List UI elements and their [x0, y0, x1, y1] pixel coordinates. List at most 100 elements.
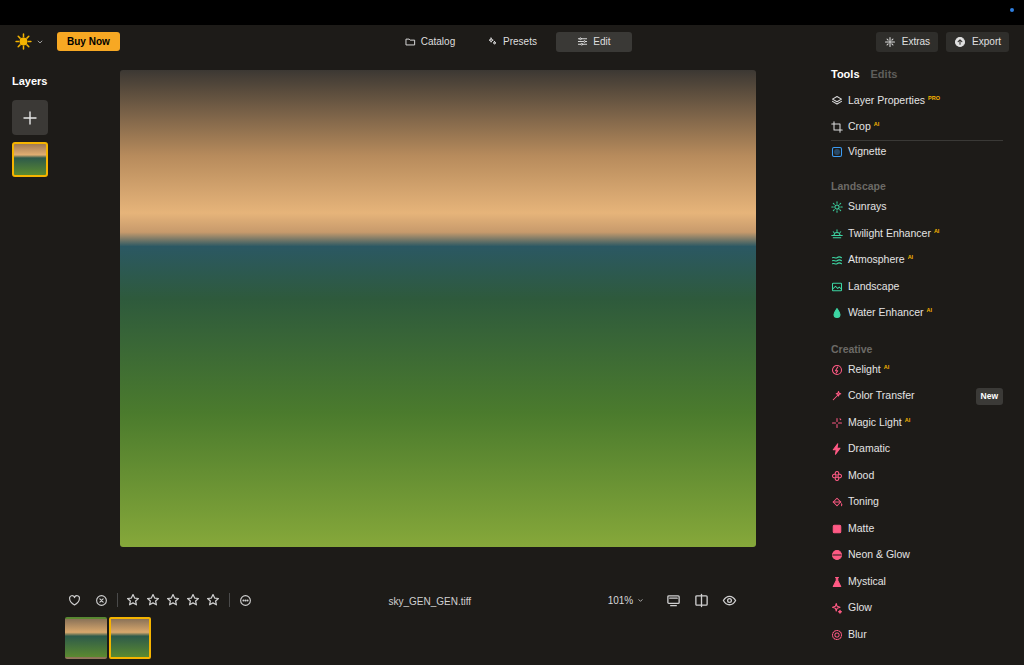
tool-icon: [831, 390, 843, 402]
tool-label: Mystical: [848, 574, 886, 590]
tool-item[interactable]: AtmosphereAI: [831, 247, 1003, 274]
divider: [117, 593, 118, 607]
eye-icon[interactable]: [722, 593, 737, 608]
section-title: Creative: [831, 341, 1003, 357]
rating-group: [68, 593, 252, 607]
tool-item[interactable]: Mystical: [831, 569, 1003, 596]
filmstrip: [0, 617, 762, 659]
tool-item[interactable]: Landscape: [831, 274, 1003, 301]
tool-label: Toning: [848, 494, 879, 510]
tool-icon: [831, 496, 843, 508]
tool-icon: [831, 228, 843, 240]
chevron-down-icon: [35, 37, 45, 47]
logo-sun-icon[interactable]: [15, 33, 32, 50]
tool-section: Landscape Sunrays Twilight EnhancerAIAtmos…: [831, 178, 1003, 327]
tool-label: Vignette: [848, 144, 886, 160]
tool-badge: AI: [934, 227, 940, 235]
tool-badge: AI: [908, 253, 914, 261]
add-layer-button[interactable]: [12, 100, 48, 135]
zoom-dropdown[interactable]: 101%: [608, 593, 646, 608]
panel-tab[interactable]: Tools: [831, 66, 860, 83]
photo-canvas[interactable]: [120, 70, 756, 547]
star-icon: [146, 593, 160, 607]
tool-icon: [831, 417, 843, 429]
tool-item[interactable]: Water EnhancerAI: [831, 300, 1003, 327]
tool-item[interactable]: Sunrays: [831, 194, 1003, 221]
tool-icon: [831, 470, 843, 482]
layer-thumbnail[interactable]: [12, 142, 48, 177]
tool-item[interactable]: Glow: [831, 595, 1003, 622]
tool-icon: [831, 523, 843, 535]
nav-tab[interactable]: Presets: [474, 32, 550, 52]
divider: [831, 140, 1003, 141]
tool-icon: [831, 602, 843, 614]
star-icon: [206, 593, 220, 607]
tool-item[interactable]: Vignette: [831, 141, 1003, 163]
compare-icon[interactable]: [694, 593, 709, 608]
filmstrip-thumbnail[interactable]: [109, 617, 151, 659]
tool-item[interactable]: RelightAI: [831, 357, 1003, 384]
nav-tab[interactable]: Catalog: [392, 32, 468, 52]
tool-badge: AI: [884, 363, 890, 371]
extras-button[interactable]: Extras: [876, 32, 938, 52]
nav-tab[interactable]: Edit: [556, 32, 632, 52]
tool-label: Matte: [848, 521, 874, 537]
tool-badge: AI: [926, 306, 932, 314]
section-title: Landscape: [831, 178, 1003, 194]
tool-label: Glow: [848, 600, 872, 616]
tool-label: Blur: [848, 627, 867, 643]
export-button[interactable]: Export: [946, 32, 1009, 52]
divider: [229, 593, 230, 607]
tool-item[interactable]: Magic LightAI: [831, 410, 1003, 437]
tool-icon: [831, 629, 843, 641]
tab-label: Presets: [503, 34, 537, 49]
panel-tabs: Tools Edits: [831, 66, 1003, 82]
reject-icon[interactable]: [95, 594, 108, 607]
tool-item[interactable]: Toning: [831, 489, 1003, 516]
new-badge: New: [976, 388, 1003, 405]
tool-item[interactable]: Twilight EnhancerAI: [831, 221, 1003, 248]
tool-section: CreativeRelightAIColor TransferNewMagic …: [831, 341, 1003, 649]
heart-icon[interactable]: [68, 594, 81, 607]
tool-icon: [831, 549, 843, 561]
tool-label: Crop: [848, 119, 871, 135]
buy-now-button[interactable]: Buy Now: [57, 32, 120, 51]
tool-icon: [831, 307, 843, 319]
chevron-down-icon: [636, 596, 645, 605]
tool-icon: [831, 121, 843, 133]
tool-badge: PRO: [928, 94, 940, 102]
tool-label: Layer Properties: [848, 93, 925, 109]
tool-item[interactable]: Color TransferNew: [831, 383, 1003, 410]
tool-icon: [831, 443, 843, 455]
tool-icon: [831, 281, 843, 293]
action-label: Export: [972, 34, 1001, 49]
more-icon[interactable]: [239, 594, 252, 607]
tool-item[interactable]: Blur: [831, 622, 1003, 649]
view-controls: 101%: [608, 593, 738, 608]
star-rating[interactable]: [126, 593, 220, 607]
status-dot-icon: [1010, 8, 1014, 12]
action-label: Extras: [902, 34, 930, 49]
tool-label: Neon & Glow: [848, 547, 910, 563]
star-icon: [186, 593, 200, 607]
tool-item[interactable]: Mood: [831, 463, 1003, 490]
tool-label: Sunrays: [848, 199, 887, 215]
bottom-bar: sky_GEN_GEN.tiff 101%: [0, 588, 762, 612]
tab-1-icon: [487, 36, 498, 47]
tool-item[interactable]: Matte: [831, 516, 1003, 543]
tool-label: Dramatic: [848, 441, 890, 457]
tool-label: Mood: [848, 468, 874, 484]
panel-tab[interactable]: Edits: [871, 66, 898, 83]
tool-label: Magic Light: [848, 415, 902, 431]
filmstrip-thumbnail[interactable]: [65, 617, 107, 659]
tool-icon: [831, 146, 843, 158]
tool-item[interactable]: Layer PropertiesPRO: [831, 88, 1003, 114]
tab-2-icon: [577, 36, 588, 47]
tool-icon: [831, 364, 843, 376]
filename: sky_GEN_GEN.tiff: [389, 596, 472, 607]
zoom-level: 101%: [608, 593, 634, 608]
tool-item[interactable]: Dramatic: [831, 436, 1003, 463]
tool-item[interactable]: CropAI: [831, 114, 1003, 140]
screen-icon[interactable]: [666, 593, 681, 608]
tool-item[interactable]: Neon & Glow: [831, 542, 1003, 569]
